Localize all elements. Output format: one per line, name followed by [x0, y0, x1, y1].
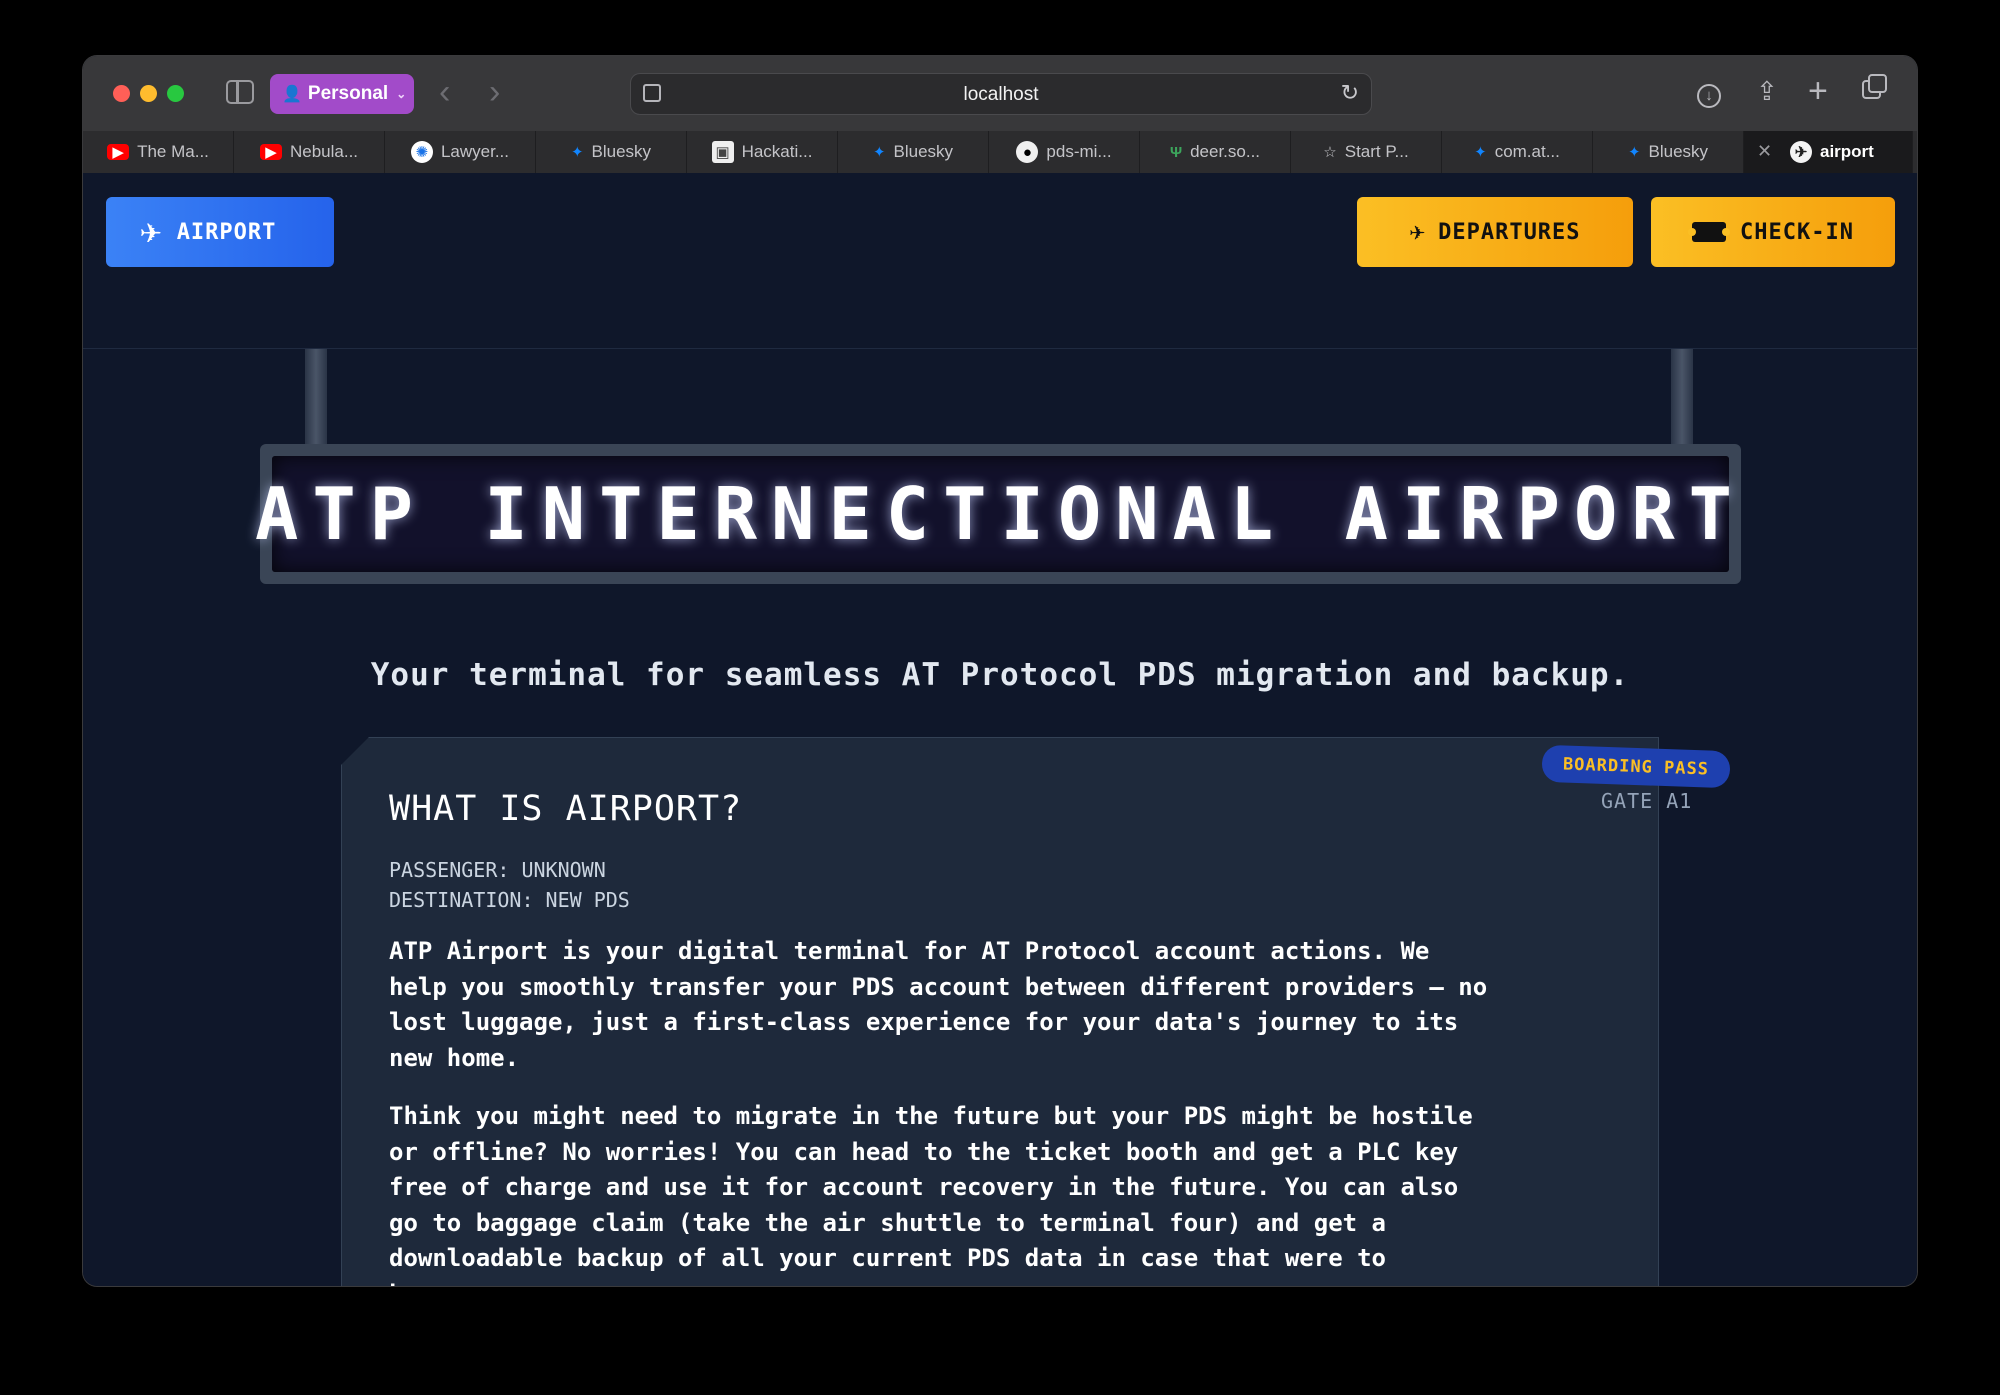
sign-pole — [305, 349, 327, 444]
github-icon: ● — [1016, 141, 1039, 163]
tab-title: Nebula... — [289, 142, 359, 161]
downloads-icon[interactable]: ↓ — [1697, 74, 1721, 108]
tagline: Your terminal for seamless AT Protocol P… — [370, 657, 1630, 693]
chevron-down-icon: ⌄ — [396, 87, 407, 101]
tab-title: Start P... — [1344, 142, 1409, 161]
tab-bar: ▶ The Ma... ▶ Nebula... ✺ Lawyer... ✦ Bl… — [83, 131, 1917, 173]
browser-tab-active[interactable]: ✕ ✈ airport — [1744, 131, 1913, 173]
tab-title: Bluesky — [893, 142, 954, 161]
butterfly-icon: ✦ — [570, 144, 584, 161]
deer-icon: Ψ — [1169, 143, 1183, 161]
butterfly-icon: ✦ — [1627, 144, 1641, 161]
tab-title: airport — [1820, 142, 1874, 161]
minimize-window-button[interactable] — [140, 85, 157, 102]
tab-title: com.at... — [1494, 142, 1560, 161]
browser-tab[interactable]: ▶ The Ma... — [83, 131, 234, 173]
address-bar[interactable]: localhost ↻ — [630, 73, 1372, 115]
airport-home-button[interactable]: ✈ AIRPORT — [106, 197, 334, 267]
star-icon: ☆ — [1323, 144, 1337, 161]
butterfly-icon: ✦ — [872, 144, 886, 161]
butterfly-icon: ✦ — [1474, 144, 1487, 161]
zoom-window-button[interactable] — [167, 85, 184, 102]
check-in-button[interactable]: CHECK-IN — [1651, 197, 1895, 267]
back-arrow-icon[interactable]: ‹ — [439, 72, 450, 112]
close-tab-icon[interactable]: ✕ — [1757, 141, 1772, 162]
tab-title: deer.so... — [1190, 142, 1261, 161]
tab-title: Hackati... — [741, 142, 813, 161]
profile-label: Personal — [307, 83, 389, 104]
passenger-info: PASSENGER: UNKNOWN — [389, 858, 606, 882]
airplane-icon: ✈ — [140, 211, 163, 252]
tab-overview-icon[interactable] — [1862, 74, 1888, 108]
image-icon: ▣ — [711, 141, 734, 163]
description-paragraph: Think you might need to migrate in the f… — [389, 1102, 1473, 1286]
airport-icon: ✈ — [1790, 141, 1812, 163]
app-header: ✈ AIRPORT ✈ DEPARTURES CHECK-IN — [83, 173, 1917, 349]
tab-title: Bluesky — [591, 142, 652, 161]
takeoff-icon: ✈ — [1409, 217, 1427, 247]
description-paragraph: ATP Airport is your digital terminal for… — [389, 937, 1488, 1072]
destination-info: DESTINATION: NEW PDS — [389, 888, 630, 912]
sign-pole — [1671, 349, 1693, 444]
departures-label: DEPARTURES — [1438, 219, 1581, 245]
ticket-icon — [1688, 222, 1731, 242]
tab-title: pds-mi... — [1046, 142, 1112, 161]
check-in-label: CHECK-IN — [1740, 219, 1854, 245]
browser-tab[interactable]: ✦ Bluesky — [536, 131, 687, 173]
reload-icon[interactable]: ↻ — [1341, 80, 1359, 106]
browser-tab[interactable]: ● pds-mi... — [989, 131, 1140, 173]
browser-tab[interactable]: ▶ Nebula... — [234, 131, 385, 173]
brand-label: AIRPORT — [176, 219, 277, 245]
departures-button[interactable]: ✈ DEPARTURES — [1357, 197, 1633, 267]
browser-tab[interactable]: ▣ Hackati... — [687, 131, 838, 173]
browser-tab[interactable]: ✦ Bluesky — [1593, 131, 1744, 173]
browser-toolbar: 👤 Personal ⌄ ‹ › localhost ↻ ↓ ⇪ + — [83, 56, 1917, 131]
star-badge-icon: ✺ — [410, 141, 433, 163]
card-title: WHAT IS AIRPORT? — [389, 789, 743, 829]
sidebar-toggle-icon[interactable] — [226, 80, 254, 104]
sign-text: ATP INTERNECTIONAL AIRPORT — [254, 472, 1747, 556]
tab-title: The Ma... — [137, 142, 209, 161]
profile-button[interactable]: 👤 Personal ⌄ — [270, 74, 414, 114]
boarding-pass-badge: BOARDING PASS — [1541, 744, 1731, 789]
browser-tab[interactable]: ✦ Bluesky — [838, 131, 989, 173]
airport-sign: ATP INTERNECTIONAL AIRPORT — [255, 444, 1741, 584]
new-tab-icon[interactable]: + — [1808, 74, 1828, 108]
youtube-icon: ▶ — [259, 144, 282, 161]
browser-tab[interactable]: ☆ Start P... — [1291, 131, 1442, 173]
browser-tab[interactable]: ✺ Lawyer... — [385, 131, 536, 173]
share-icon[interactable]: ⇪ — [1756, 74, 1778, 108]
youtube-icon: ▶ — [107, 144, 130, 161]
person-icon: 👤 — [282, 86, 302, 103]
browser-window: 👤 Personal ⌄ ‹ › localhost ↻ ↓ ⇪ + ▶ The… — [83, 56, 1917, 1286]
sign-display: ATP INTERNECTIONAL AIRPORT — [255, 456, 1732, 572]
browser-tab[interactable]: Ψ deer.so... — [1140, 131, 1291, 173]
forward-arrow-icon[interactable]: › — [489, 72, 500, 112]
tab-title: Bluesky — [1648, 142, 1709, 161]
url-text[interactable]: localhost — [631, 84, 1371, 106]
close-window-button[interactable] — [113, 85, 130, 102]
gate-label: GATE A1 — [1601, 789, 1693, 813]
tab-title: Lawyer... — [440, 142, 510, 161]
browser-tab[interactable]: ✦ com.at... — [1442, 131, 1593, 173]
